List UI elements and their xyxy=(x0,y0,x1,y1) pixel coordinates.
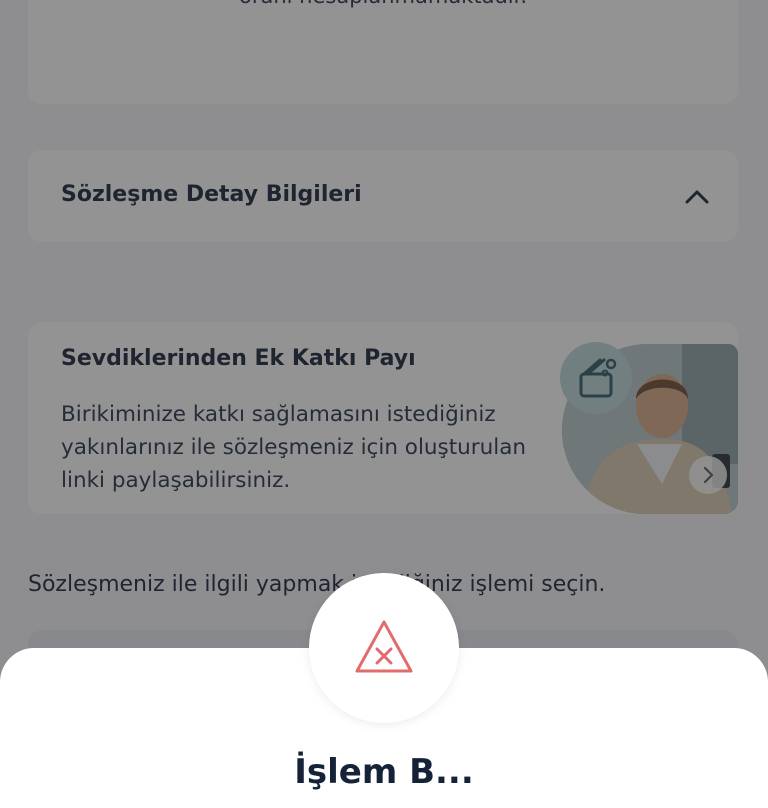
screen: oranı hesaplanmamaktadır. Sözleşme Detay… xyxy=(0,0,768,808)
modal-title: İşlem B... xyxy=(294,752,474,792)
warning-badge xyxy=(309,573,459,723)
warning-triangle-x-icon xyxy=(355,620,413,673)
